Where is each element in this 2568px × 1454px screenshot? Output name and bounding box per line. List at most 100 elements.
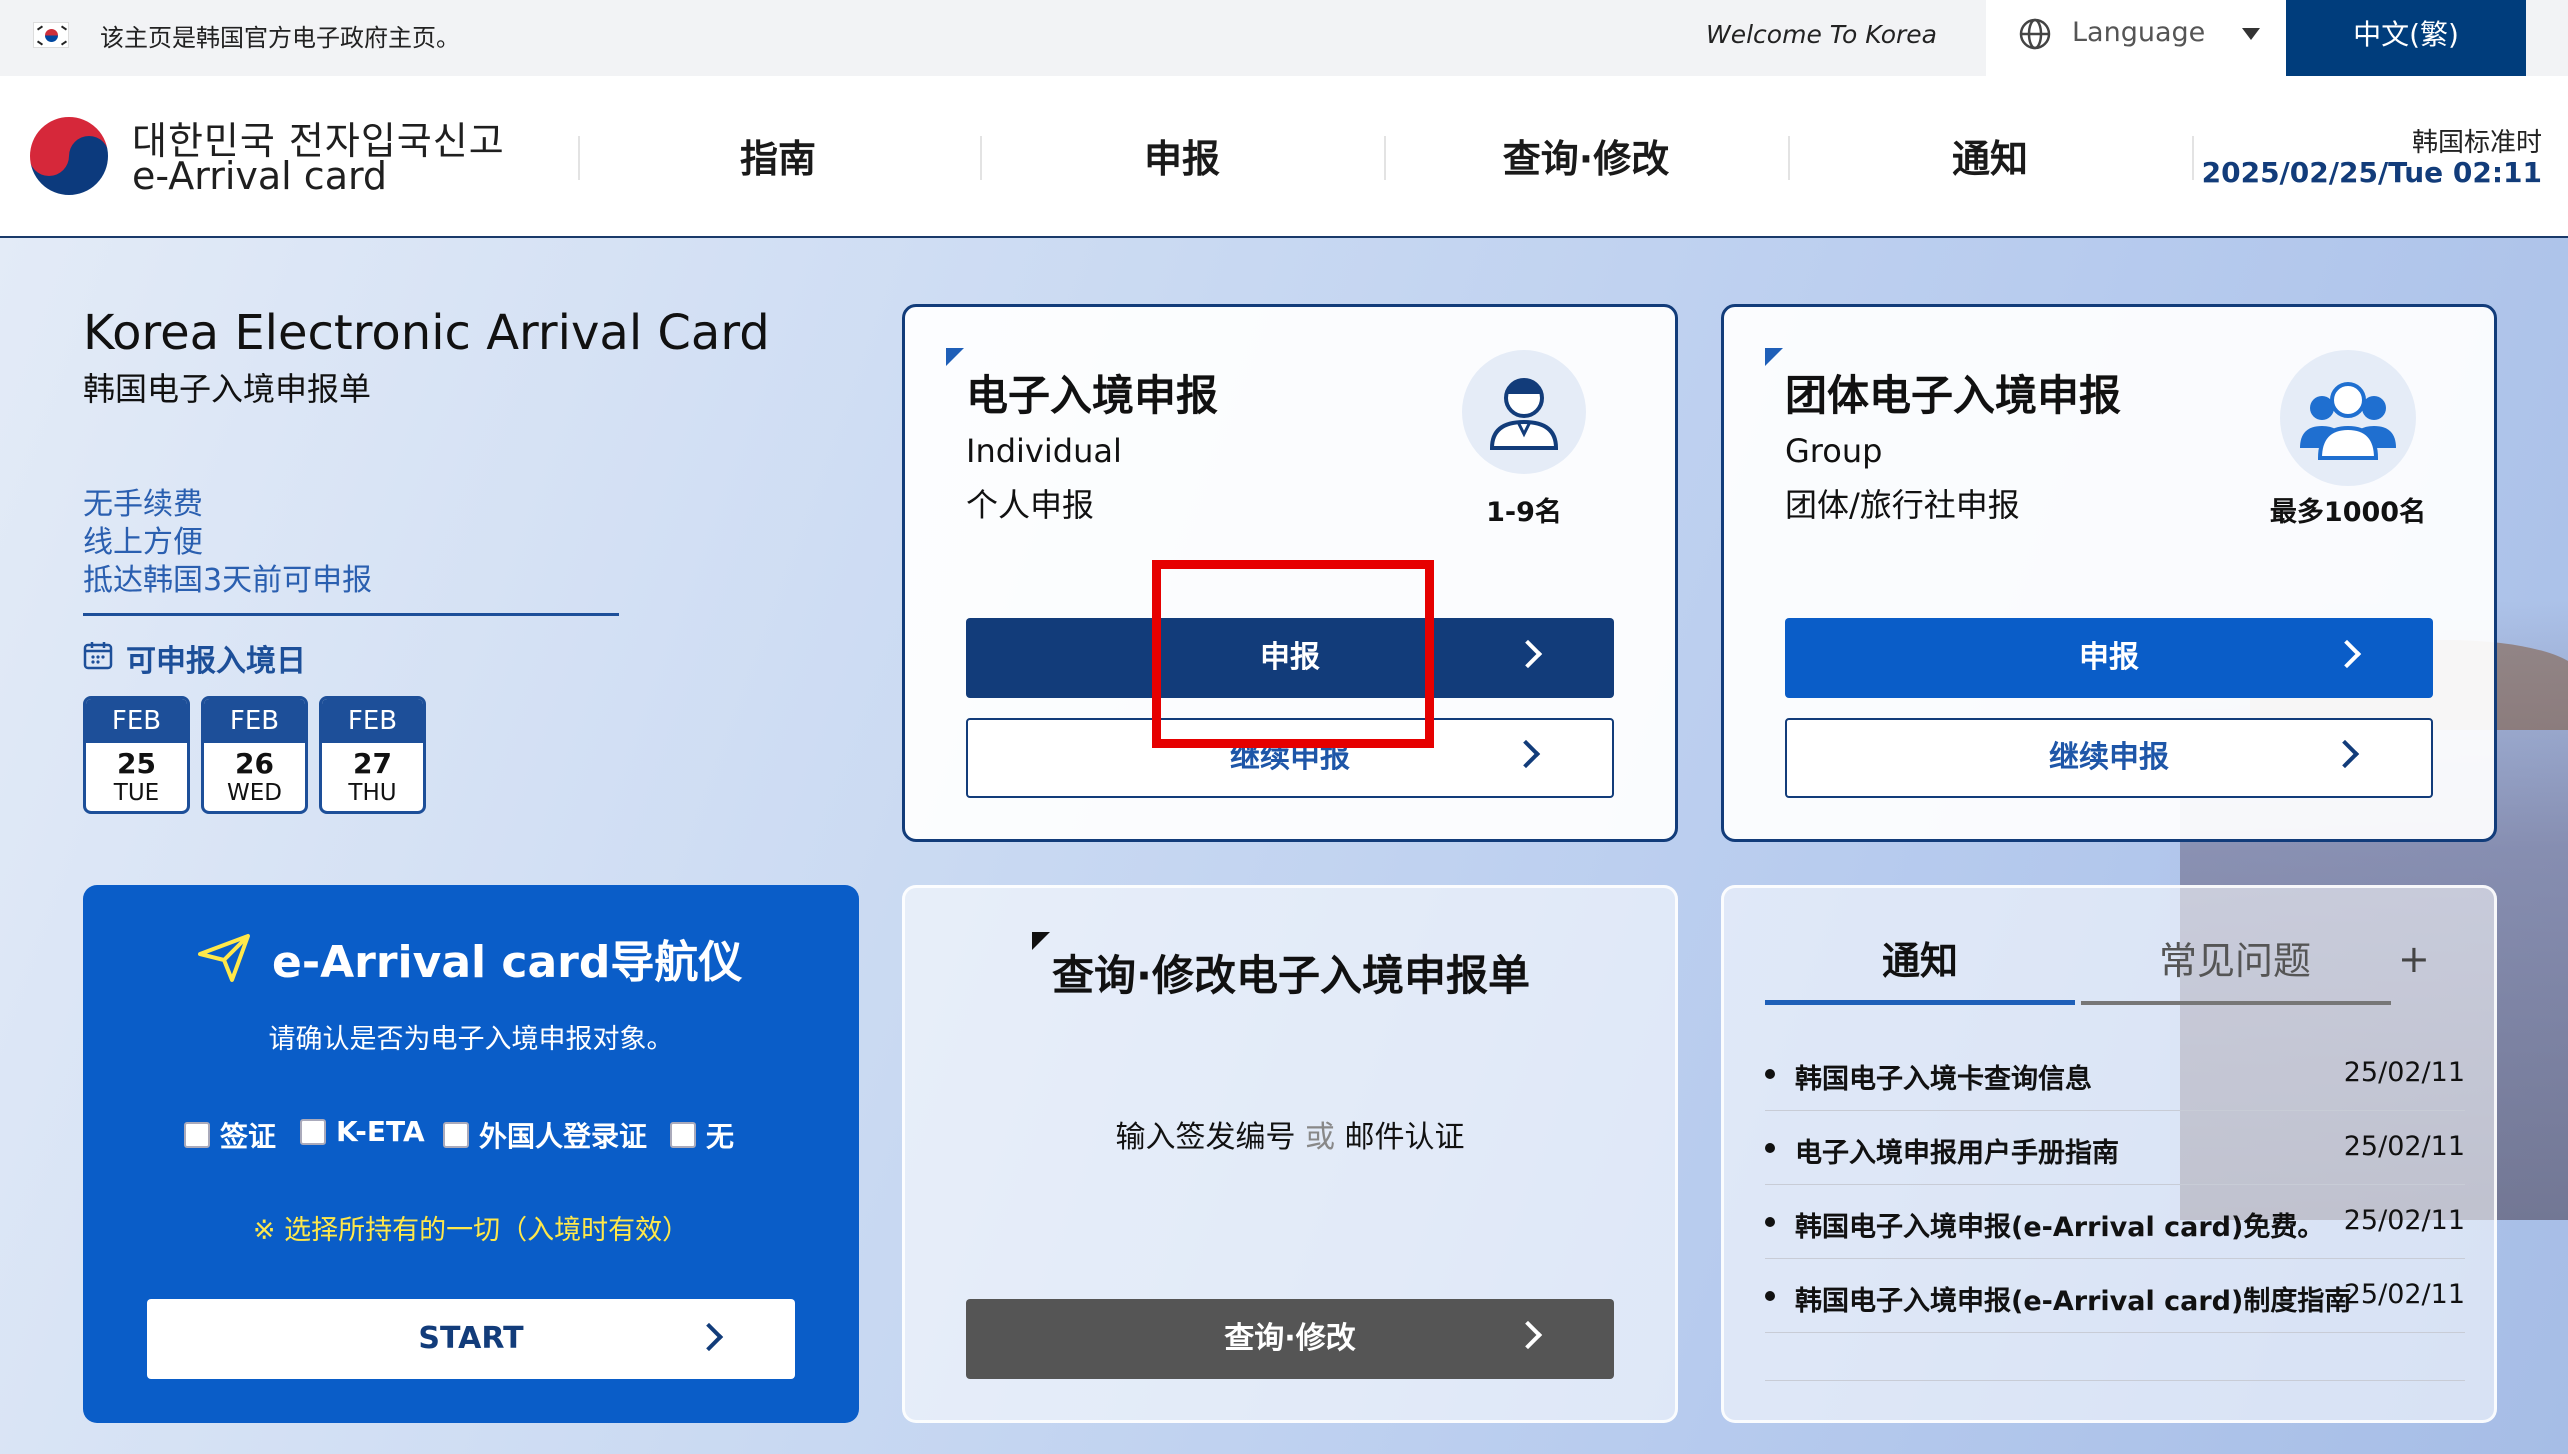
- notice-date: 25/02/11: [2343, 1279, 2465, 1310]
- date-weekday: TUE: [113, 780, 160, 806]
- date-month: FEB: [204, 699, 305, 743]
- feature-text: 抵达韩国3天前可申报: [83, 563, 373, 598]
- logo-text-english[interactable]: e-Arrival card: [132, 154, 387, 198]
- current-language-button[interactable]: 中文(繁): [2286, 0, 2526, 76]
- checkbox-label: K-ETA: [336, 1115, 425, 1148]
- notice-date: 25/02/11: [2343, 1057, 2465, 1088]
- bullet-icon: [1765, 1069, 1775, 1079]
- notice-title[interactable]: 电子入境申报用户手册指南: [1795, 1131, 2119, 1170]
- page-subtitle: 韩国电子入境申报单: [83, 370, 372, 408]
- person-icon: [1462, 350, 1586, 474]
- notice-title[interactable]: 韩国电子入境申报(e-Arrival card)免费。: [1795, 1205, 2324, 1244]
- chevron-down-icon[interactable]: [2242, 28, 2260, 40]
- date-day: 26: [235, 747, 274, 780]
- chevron-right-icon: [2332, 639, 2362, 669]
- option-alien-registration[interactable]: 外国人登录证: [443, 1115, 647, 1155]
- individual-count: 1-9名: [1486, 497, 1562, 528]
- checkbox[interactable]: [300, 1118, 326, 1145]
- nav-lookup-edit[interactable]: 查询·修改: [1386, 128, 1786, 183]
- globe-icon: [2019, 18, 2051, 50]
- notice-item[interactable]: 电子入境申报用户手册指南 25/02/11: [1765, 1113, 2465, 1185]
- tab-indicator-active: [1765, 1000, 2075, 1005]
- language-label[interactable]: Language: [2072, 17, 2205, 48]
- checkbox[interactable]: [670, 1122, 696, 1148]
- notice-date: 25/02/11: [2343, 1131, 2465, 1162]
- divider: [83, 613, 619, 616]
- individual-continue-label: 继续申报: [1230, 740, 1350, 775]
- corner-mark: [1765, 348, 1783, 366]
- gov-site-notice: 该主页是韩国官方电子政府主页。: [100, 24, 460, 52]
- group-apply-label: 申报: [2079, 640, 2139, 675]
- group-sub-en: Group: [1785, 432, 1883, 470]
- group-continue-button[interactable]: 继续申报: [1785, 718, 2433, 798]
- date-month: FEB: [322, 699, 423, 743]
- navigator-note: ※ 选择所持有的一切（入境时有效）: [252, 1215, 690, 1246]
- start-button[interactable]: START: [147, 1299, 795, 1379]
- option-visa[interactable]: 签证: [184, 1115, 276, 1155]
- tab-notice[interactable]: 通知: [1765, 930, 2075, 985]
- checkbox[interactable]: [443, 1122, 469, 1148]
- bullet-icon: [1765, 1291, 1775, 1301]
- lookup-title: 查询·修改电子入境申报单: [1052, 951, 1530, 1000]
- checkbox-label: 无: [706, 1120, 735, 1153]
- tab-faq[interactable]: 常见问题: [2080, 930, 2390, 985]
- corner-mark: [946, 348, 964, 366]
- date-day: 25: [117, 747, 156, 780]
- individual-sub-en: Individual: [966, 432, 1122, 470]
- nav-divider: [2192, 136, 2194, 180]
- lookup-edit-button[interactable]: 查询·修改: [966, 1299, 1614, 1379]
- notice-item[interactable]: 韩国电子入境卡查询信息 25/02/11: [1765, 1039, 2465, 1111]
- kst-label: 韩国标准时: [2411, 128, 2542, 158]
- group-continue-label: 继续申报: [2049, 740, 2169, 775]
- corner-mark: [1032, 932, 1050, 950]
- lookup-edit-label: 查询·修改: [1224, 1321, 1356, 1356]
- plus-icon[interactable]: +: [2398, 937, 2430, 981]
- navigator-description: 请确认是否为电子入境申报对象。: [268, 1024, 674, 1055]
- nav-notice[interactable]: 通知: [1790, 128, 2190, 183]
- checkbox-label: 签证: [220, 1120, 277, 1153]
- date-weekday: WED: [227, 780, 282, 806]
- group-count: 最多1000名: [2269, 497, 2427, 528]
- lookup-desc-or: 或: [1305, 1120, 1335, 1155]
- kst-time: 2025/02/25/Tue 02:11: [2201, 156, 2542, 189]
- date-card: FEB 27 THU: [319, 696, 426, 814]
- nav-guide[interactable]: 指南: [578, 128, 978, 183]
- page-title: Korea Electronic Arrival Card: [83, 305, 770, 361]
- individual-apply-button[interactable]: 申报: [966, 618, 1614, 698]
- taegeuk-logo-icon[interactable]: [28, 115, 110, 197]
- date-card: FEB 26 WED: [201, 696, 308, 814]
- nav-apply[interactable]: 申报: [982, 128, 1382, 183]
- bullet-icon: [1765, 1217, 1775, 1227]
- individual-title: 电子入境申报: [966, 371, 1219, 420]
- date-month: FEB: [86, 699, 187, 743]
- checkbox-label: 外国人登录证: [479, 1120, 648, 1153]
- notice-date: 25/02/11: [2343, 1205, 2465, 1236]
- notice-item[interactable]: 韩国电子入境申报(e-Arrival card)制度指南 25/02/11: [1765, 1261, 2465, 1333]
- chevron-right-icon: [2330, 739, 2360, 769]
- option-keta[interactable]: K-ETA: [300, 1115, 425, 1148]
- group-title: 团体电子入境申报: [1785, 371, 2122, 420]
- group-apply-button[interactable]: 申报: [1785, 618, 2433, 698]
- welcome-link[interactable]: Welcome To Korea: [1706, 20, 1937, 49]
- chevron-right-icon: [1511, 739, 1541, 769]
- lookup-desc-email: 邮件认证: [1344, 1120, 1465, 1155]
- checkbox[interactable]: [184, 1122, 210, 1148]
- paper-plane-icon: [198, 934, 250, 982]
- calendar-icon: [83, 642, 113, 670]
- chevron-right-icon: [694, 1322, 724, 1352]
- divider: [1765, 1380, 2465, 1381]
- individual-continue-button[interactable]: 继续申报: [966, 718, 1614, 798]
- notice-item[interactable]: 韩国电子入境申报(e-Arrival card)免费。 25/02/11: [1765, 1187, 2465, 1259]
- lookup-desc-issue-no: 输入签发编号: [1115, 1120, 1296, 1155]
- option-none[interactable]: 无: [670, 1115, 734, 1155]
- tab-indicator-inactive: [2081, 1001, 2391, 1005]
- group-icon: [2280, 350, 2416, 486]
- navigator-title: e-Arrival card导航仪: [272, 937, 743, 988]
- start-label: START: [418, 1321, 524, 1356]
- notice-title[interactable]: 韩国电子入境卡查询信息: [1795, 1057, 2092, 1096]
- lookup-description: 输入签发编号 或 邮件认证: [902, 1112, 1678, 1156]
- bullet-icon: [1765, 1143, 1775, 1153]
- notice-title[interactable]: 韩国电子入境申报(e-Arrival card)制度指南: [1795, 1279, 2351, 1318]
- chevron-right-icon: [1513, 639, 1543, 669]
- individual-sub-zh: 个人申报: [966, 486, 1095, 524]
